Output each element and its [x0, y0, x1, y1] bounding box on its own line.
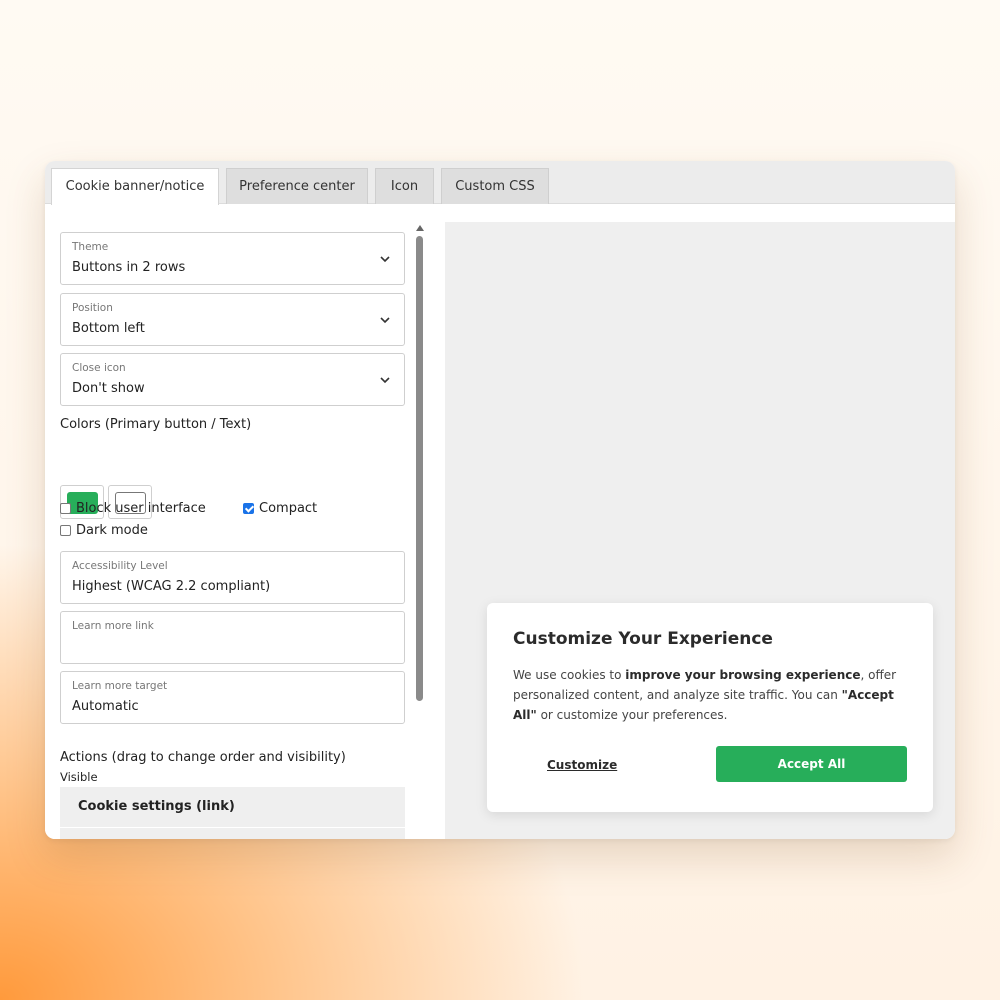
visible-label: Visible [60, 770, 98, 784]
tab-icon[interactable]: Icon [375, 168, 434, 204]
dark-mode-checkbox[interactable]: Dark mode [60, 523, 148, 538]
block-ui-label: Block user interface [76, 501, 206, 516]
accessibility-value: Highest (WCAG 2.2 compliant) [72, 579, 271, 594]
customize-button[interactable]: Customize [547, 758, 617, 772]
position-value: Bottom left [72, 321, 145, 336]
learn-more-target-select[interactable]: Learn more target Automatic [60, 671, 405, 724]
learn-more-link-label: Learn more link [72, 620, 154, 632]
compact-label: Compact [259, 501, 318, 516]
scrollbar-thumb[interactable] [416, 236, 423, 701]
scroll-up-arrow[interactable] [416, 225, 424, 231]
colors-label: Colors (Primary button / Text) [60, 417, 252, 432]
chevron-down-icon [380, 377, 390, 384]
position-select[interactable]: Position Bottom left [60, 293, 405, 346]
block-ui-checkbox[interactable]: Block user interface [60, 501, 206, 516]
learn-more-target-label: Learn more target [72, 680, 168, 692]
banner-preview-area: Customize Your Experience We use cookies… [445, 222, 955, 839]
tab-preference-center[interactable]: Preference center [226, 168, 368, 204]
tab-cookie-banner[interactable]: Cookie banner/notice [51, 168, 219, 205]
accessibility-label: Accessibility Level [72, 560, 168, 572]
position-label: Position [72, 302, 113, 314]
close-icon-select[interactable]: Close icon Don't show [60, 353, 405, 406]
chevron-down-icon [380, 256, 390, 263]
block-ui-box[interactable] [60, 503, 71, 514]
theme-value: Buttons in 2 rows [72, 260, 186, 275]
close-icon-value: Don't show [72, 381, 145, 396]
cookie-banner: Customize Your Experience We use cookies… [487, 603, 933, 812]
dark-mode-label: Dark mode [76, 523, 148, 538]
accept-all-button[interactable]: Accept All [716, 746, 907, 782]
dark-mode-box[interactable] [60, 525, 71, 536]
tab-bar: Cookie banner/notice Preference center I… [45, 161, 955, 205]
banner-title: Customize Your Experience [513, 629, 773, 649]
chevron-down-icon [380, 317, 390, 324]
theme-label: Theme [72, 241, 109, 253]
banner-text: We use cookies to improve your browsing … [513, 668, 897, 722]
learn-more-link-input[interactable]: Learn more link [60, 611, 405, 664]
close-icon-label: Close icon [72, 362, 126, 374]
learn-more-target-value: Automatic [72, 699, 139, 714]
settings-panel: Theme Buttons in 2 rows Position Bottom … [45, 205, 433, 839]
action-item-cookie-settings[interactable]: Cookie settings (link) [60, 787, 405, 827]
theme-select[interactable]: Theme Buttons in 2 rows [60, 232, 405, 285]
compact-checkbox[interactable]: Compact [243, 501, 317, 516]
settings-window: Cookie banner/notice Preference center I… [45, 161, 955, 839]
accessibility-select[interactable]: Accessibility Level Highest (WCAG 2.2 co… [60, 551, 405, 604]
actions-label: Actions (drag to change order and visibi… [60, 750, 346, 765]
compact-box[interactable] [243, 503, 254, 514]
tab-custom-css[interactable]: Custom CSS [441, 168, 549, 204]
action-item[interactable] [60, 828, 405, 839]
